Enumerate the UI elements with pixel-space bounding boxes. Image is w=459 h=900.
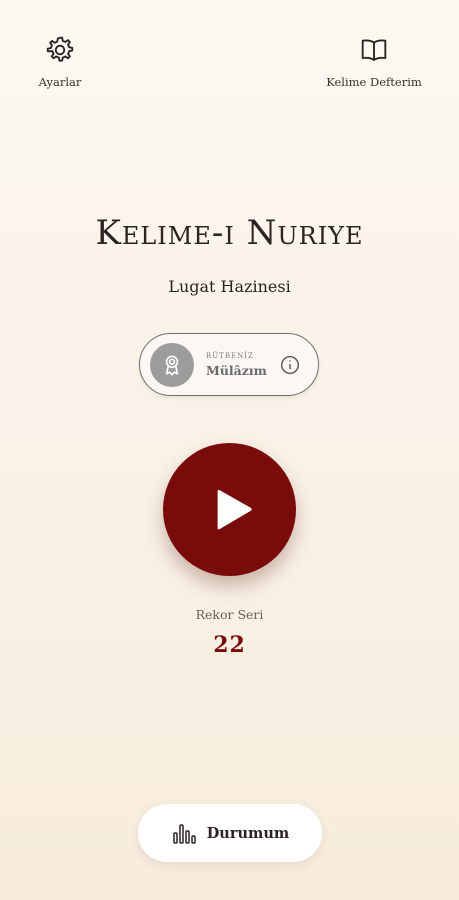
gear-icon	[46, 36, 74, 62]
app-title: Kelime-i Nuriye	[95, 213, 364, 253]
settings-label: Ayarlar	[38, 75, 82, 89]
rank-card[interactable]: RÜTBENİZ Mülâzım	[139, 333, 319, 396]
status-label: Durumum	[206, 824, 290, 842]
settings-button[interactable]: Ayarlar	[36, 34, 84, 89]
rank-value: Mülâzım	[206, 362, 267, 378]
book-icon	[361, 39, 387, 61]
word-notebook-label: Kelime Defterim	[326, 75, 422, 89]
record-label: Rekor Seri	[195, 607, 264, 622]
app-subtitle: Lugat Hazinesi	[168, 277, 291, 296]
word-notebook-button[interactable]: Kelime Defterim	[324, 34, 424, 89]
record-value: 22	[213, 632, 246, 658]
bar-chart-icon	[172, 824, 196, 844]
info-icon[interactable]	[280, 355, 300, 375]
play-icon	[217, 489, 252, 529]
rank-caption: RÜTBENİZ	[206, 351, 254, 360]
play-button[interactable]	[163, 443, 296, 576]
status-button[interactable]: Durumum	[138, 804, 322, 862]
award-icon	[165, 355, 179, 376]
rank-badge	[150, 342, 194, 387]
